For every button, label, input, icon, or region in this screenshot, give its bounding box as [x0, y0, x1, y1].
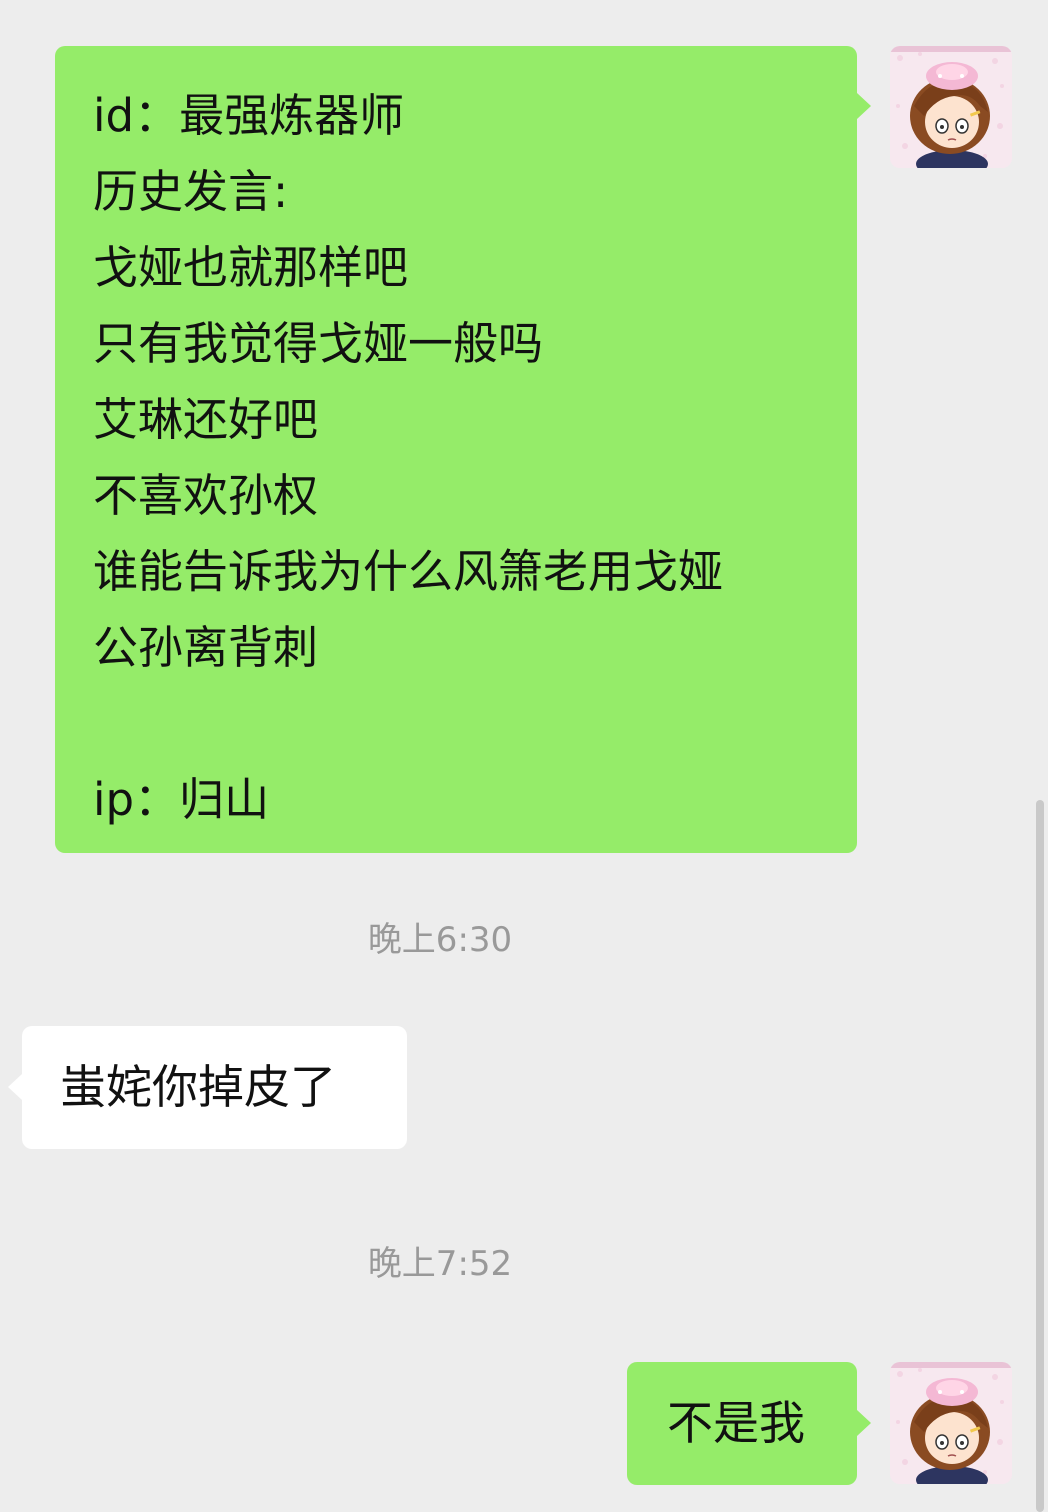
bubble-tail: [857, 93, 871, 119]
message-line: ip：归山: [93, 773, 270, 826]
user-avatar[interactable]: [890, 1362, 1012, 1484]
message-line: 历史发言:: [93, 165, 289, 218]
message-text: 不是我: [667, 1396, 805, 1450]
message-line: id：最强炼器师: [93, 89, 405, 142]
outgoing-message-bubble[interactable]: 不是我: [627, 1362, 857, 1485]
bubble-tail: [8, 1074, 22, 1100]
timestamp: 晚上6:30: [367, 920, 513, 960]
incoming-message-bubble[interactable]: 蚩姹你掉皮了: [22, 1026, 407, 1149]
anime-character-avatar-icon: [890, 46, 1012, 168]
message-line: 戈娅也就那样吧: [93, 241, 409, 294]
scrollbar[interactable]: [1036, 800, 1044, 1512]
user-avatar[interactable]: [890, 46, 1012, 168]
anime-character-avatar-icon: [890, 1362, 1012, 1484]
message-line: 艾琳还好吧: [93, 393, 319, 446]
outgoing-message-bubble[interactable]: id：最强炼器师 历史发言: 戈娅也就那样吧 只有我觉得戈娅一般吗 艾琳还好吧 …: [55, 46, 857, 853]
bubble-tail: [857, 1410, 871, 1436]
message-line: 只有我觉得戈娅一般吗: [93, 317, 544, 370]
message-line: 不喜欢孙权: [93, 469, 319, 522]
timestamp: 晚上7:52: [367, 1244, 513, 1284]
message-line: 谁能告诉我为什么风箫老用戈娅: [93, 545, 724, 598]
message-line: 公孙离背刺: [93, 621, 319, 674]
chat-view[interactable]: id：最强炼器师 历史发言: 戈娅也就那样吧 只有我觉得戈娅一般吗 艾琳还好吧 …: [0, 0, 1048, 1512]
message-text: 蚩姹你掉皮了: [60, 1060, 336, 1114]
